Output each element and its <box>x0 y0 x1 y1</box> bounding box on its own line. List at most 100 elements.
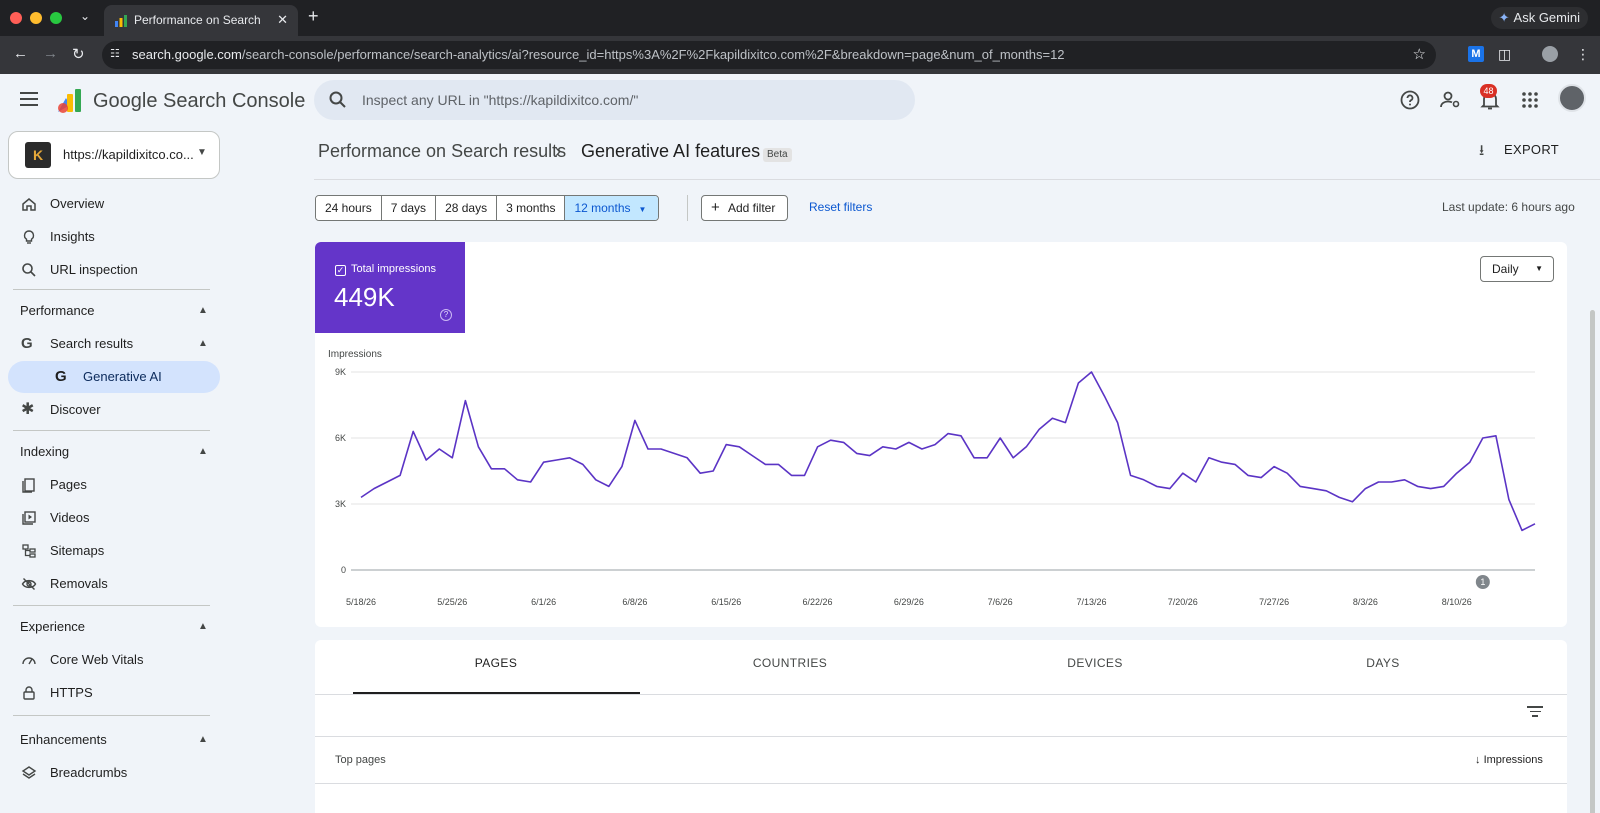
data-point[interactable] <box>880 444 886 450</box>
sidebar-item-removals[interactable]: Removals <box>8 568 220 600</box>
maximize-window-button[interactable] <box>50 12 62 24</box>
tab-countries[interactable]: COUNTRIES <box>715 656 865 670</box>
close-window-button[interactable] <box>10 12 22 24</box>
data-point[interactable] <box>1336 494 1342 500</box>
data-point[interactable] <box>854 450 860 456</box>
browser-profile-avatar[interactable] <box>1542 46 1558 62</box>
data-point[interactable] <box>502 466 508 472</box>
data-point[interactable] <box>1049 415 1055 421</box>
data-point[interactable] <box>1154 483 1160 489</box>
range-7-days-button[interactable]: 7 days <box>381 196 437 220</box>
data-point[interactable] <box>1232 461 1238 467</box>
property-selector[interactable]: K https://kapildixitco.co... ▼ <box>8 131 220 179</box>
data-point[interactable] <box>671 450 677 456</box>
granularity-dropdown[interactable]: Daily ▼ <box>1480 256 1554 282</box>
data-point[interactable] <box>619 464 625 470</box>
data-point[interactable] <box>397 472 403 478</box>
range-3-months-button[interactable]: 3 months <box>497 196 566 220</box>
data-point[interactable] <box>984 455 990 461</box>
sidebar-item-discover[interactable]: ✱ Discover <box>8 394 220 426</box>
help-icon[interactable] <box>1398 88 1422 112</box>
data-point[interactable] <box>645 446 651 452</box>
tab-pages[interactable]: PAGES <box>421 656 571 670</box>
data-point[interactable] <box>1519 527 1525 533</box>
data-point[interactable] <box>749 453 755 459</box>
data-point[interactable] <box>488 466 494 472</box>
data-point[interactable] <box>1023 444 1029 450</box>
data-point[interactable] <box>1415 483 1421 489</box>
sidebar-item-breadcrumbs[interactable]: Breadcrumbs <box>8 757 220 789</box>
range-12-months-button[interactable]: 12 months ▼ <box>565 196 659 220</box>
data-point[interactable] <box>736 444 742 450</box>
tab-search-chevron-icon[interactable]: ⌄ <box>80 9 90 23</box>
data-point[interactable] <box>567 455 573 461</box>
data-point[interactable] <box>1297 483 1303 489</box>
sidebar-item-url-inspection[interactable]: URL inspection <box>8 254 220 286</box>
reset-filters-link[interactable]: Reset filters <box>809 200 872 214</box>
sidebar-item-overview[interactable]: Overview <box>8 188 220 220</box>
main-menu-icon[interactable] <box>20 92 38 110</box>
site-info-icon[interactable]: ☷ <box>110 47 120 60</box>
data-point[interactable] <box>1271 464 1277 470</box>
data-point[interactable] <box>358 494 364 500</box>
data-point[interactable] <box>684 455 690 461</box>
chevron-up-icon[interactable]: ▲ <box>198 338 208 349</box>
data-point[interactable] <box>775 461 781 467</box>
data-point[interactable] <box>1532 521 1538 527</box>
sidebar-item-search-results[interactable]: G Search results ▲ <box>8 328 220 360</box>
chevron-up-icon[interactable]: ▲ <box>198 621 208 632</box>
data-point[interactable] <box>475 444 481 450</box>
filter-rows-icon[interactable] <box>1527 706 1543 720</box>
chevron-up-icon[interactable]: ▲ <box>198 734 208 745</box>
data-point[interactable] <box>1284 470 1290 476</box>
data-point[interactable] <box>710 468 716 474</box>
data-point[interactable] <box>1206 455 1212 461</box>
data-point[interactable] <box>893 446 899 452</box>
extension-m-icon[interactable]: M <box>1468 46 1484 62</box>
data-point[interactable] <box>1141 477 1147 483</box>
data-point[interactable] <box>515 477 521 483</box>
data-point[interactable] <box>554 457 560 463</box>
data-point[interactable] <box>632 417 638 423</box>
data-point[interactable] <box>1115 420 1121 426</box>
extensions-puzzle-icon[interactable]: ◫ <box>1498 46 1514 62</box>
data-point[interactable] <box>1167 486 1173 492</box>
data-point[interactable] <box>1428 486 1434 492</box>
column-header-impressions[interactable]: ↓ Impressions <box>1475 754 1543 766</box>
sidebar-item-core-web-vitals[interactable]: Core Web Vitals <box>8 644 220 676</box>
browser-tab-active[interactable]: Performance on Search generative AI ✕ <box>104 5 298 36</box>
data-point[interactable] <box>541 459 547 465</box>
data-point[interactable] <box>906 439 912 445</box>
data-point[interactable] <box>1506 497 1512 503</box>
data-point[interactable] <box>697 470 703 476</box>
sidebar-item-sitemaps[interactable]: Sitemaps <box>8 535 220 567</box>
chevron-up-icon[interactable]: ▲ <box>198 305 208 316</box>
sidebar-item-https[interactable]: HTTPS <box>8 677 220 709</box>
data-point[interactable] <box>997 435 1003 441</box>
data-point[interactable] <box>1245 472 1251 478</box>
data-point[interactable] <box>606 483 612 489</box>
data-point[interactable] <box>1376 479 1382 485</box>
data-point[interactable] <box>1323 488 1329 494</box>
add-filter-button[interactable]: + Add filter <box>701 195 789 221</box>
data-point[interactable] <box>449 455 455 461</box>
sidebar-item-generative-ai[interactable]: G Generative AI <box>8 361 220 393</box>
manage-users-icon[interactable] <box>1438 88 1462 112</box>
export-button[interactable]: ⭳ EXPORT <box>1479 142 1559 159</box>
data-point[interactable] <box>828 437 834 443</box>
data-point[interactable] <box>410 428 416 434</box>
checkbox-checked-icon[interactable]: ✓ <box>335 265 346 276</box>
data-point[interactable] <box>1310 486 1316 492</box>
bookmark-star-icon[interactable]: ☆ <box>1413 45 1426 63</box>
data-point[interactable] <box>1075 380 1081 386</box>
data-point[interactable] <box>1480 435 1486 441</box>
page-scrollbar[interactable] <box>1590 310 1595 813</box>
data-point[interactable] <box>384 479 390 485</box>
range-28-days-button[interactable]: 28 days <box>436 196 498 220</box>
minimize-window-button[interactable] <box>30 12 42 24</box>
data-point[interactable] <box>1493 433 1499 439</box>
breadcrumb-parent-link[interactable]: Performance on Search results <box>318 141 566 162</box>
data-point[interactable] <box>658 446 664 452</box>
data-point[interactable] <box>1036 426 1042 432</box>
data-point[interactable] <box>1219 459 1225 465</box>
